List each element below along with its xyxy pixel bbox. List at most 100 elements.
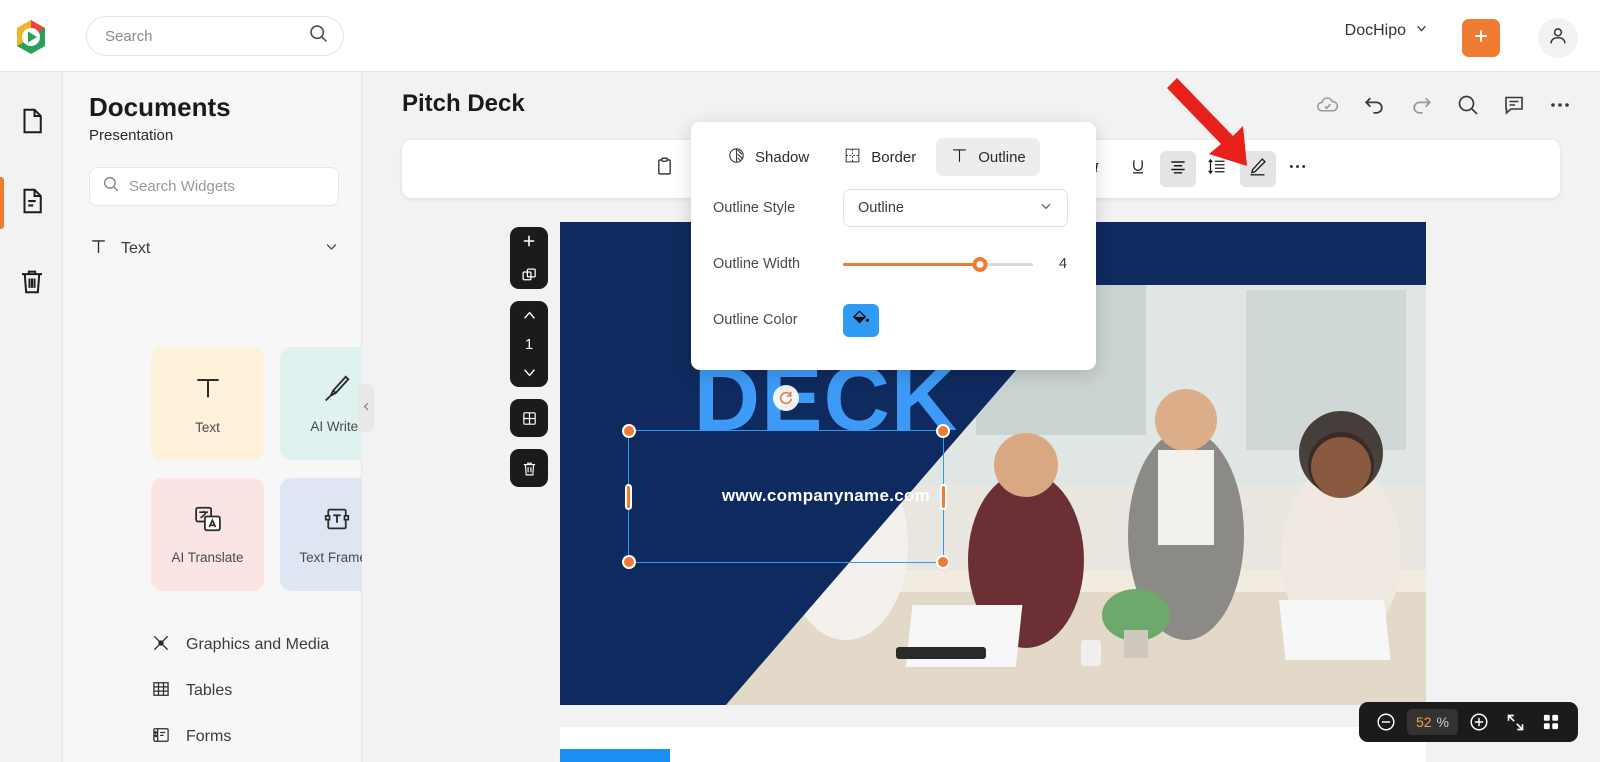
document-title[interactable]: Pitch Deck: [402, 90, 525, 118]
pen-nib-icon: [322, 373, 352, 408]
panel-collapse-button[interactable]: [358, 384, 374, 432]
widget-card-text[interactable]: Text: [151, 347, 264, 460]
prev-page-button[interactable]: [510, 304, 548, 328]
page-number: 1: [524, 335, 534, 353]
widget-card-ai-translate[interactable]: AI Translate: [151, 478, 264, 591]
clipboard-icon: [654, 156, 675, 182]
translate-icon: [193, 504, 223, 539]
slider-knob[interactable]: [972, 256, 988, 272]
create-new-button[interactable]: [1462, 19, 1500, 57]
line-height-button[interactable]: [1200, 151, 1236, 187]
handle-bottom-left[interactable]: [622, 555, 636, 569]
app-root: DocHipo: [0, 0, 1600, 762]
tab-outline[interactable]: Outline: [936, 138, 1040, 176]
selection-box[interactable]: [622, 385, 950, 569]
zoom-value: 52: [1415, 714, 1432, 730]
section-text-label: Text: [121, 240, 151, 257]
zoom-in-button[interactable]: [1464, 707, 1494, 737]
dochipo-logo-icon[interactable]: [12, 18, 50, 56]
tab-outline-label: Outline: [978, 148, 1026, 166]
toolbar-more-button[interactable]: [1280, 151, 1316, 187]
form-icon: [151, 725, 171, 750]
workspace-selector[interactable]: DocHipo: [1345, 22, 1428, 40]
tab-shadow-label: Shadow: [755, 148, 810, 166]
widget-search-input[interactable]: [129, 178, 328, 195]
handle-top-right[interactable]: [936, 424, 950, 438]
outline-color-row: Outline Color: [691, 296, 1096, 344]
outline-t-icon: [950, 146, 969, 169]
add-page-button[interactable]: [510, 227, 548, 254]
blank-page-icon: [17, 106, 47, 141]
handle-top-left[interactable]: [622, 424, 636, 438]
tab-shadow[interactable]: Shadow: [713, 138, 823, 176]
workspace-label: DocHipo: [1344, 22, 1406, 39]
pencil-edit-icon: [1247, 156, 1268, 182]
outline-width-slider[interactable]: [843, 255, 1033, 273]
rail-item-trash[interactable]: [0, 248, 63, 318]
slide-2-accent-band: [560, 749, 670, 762]
outline-color-label: Outline Color: [713, 312, 798, 328]
document-lines-icon: [17, 186, 47, 221]
text-effects-button[interactable]: [1239, 151, 1276, 187]
find-icon[interactable]: [1456, 93, 1480, 117]
underline-icon: [1128, 157, 1148, 182]
align-button[interactable]: [1159, 151, 1196, 187]
search-icon: [102, 175, 120, 198]
trash-icon: [510, 452, 548, 484]
paint-bucket-icon: [852, 308, 871, 332]
delete-page-button[interactable]: [510, 449, 548, 487]
zoom-unit: %: [1436, 714, 1449, 730]
outline-width-value: 4: [1059, 256, 1068, 272]
account-button[interactable]: [1538, 18, 1578, 58]
zoom-out-button[interactable]: [1371, 707, 1401, 737]
cloud-saved-icon[interactable]: [1315, 92, 1340, 117]
handle-bottom-right[interactable]: [936, 555, 950, 569]
redo-icon[interactable]: [1409, 92, 1434, 117]
clipboard-button[interactable]: [646, 151, 682, 187]
undo-icon[interactable]: [1362, 92, 1387, 117]
text-t-icon: [192, 372, 224, 409]
duplicate-page-button[interactable]: [510, 262, 548, 289]
chevron-down-icon: [324, 239, 339, 259]
zoom-controls: 52 %: [1358, 702, 1578, 742]
section-text[interactable]: Text: [89, 232, 339, 266]
grid-button[interactable]: [510, 399, 548, 437]
canvas-tool-stack: 1: [510, 227, 548, 499]
outline-width-label: Outline Width: [713, 256, 801, 272]
outline-color-swatch[interactable]: [843, 303, 879, 337]
outline-width-row: Outline Width 4: [691, 240, 1096, 288]
widget-search[interactable]: [89, 167, 339, 206]
zoom-value-field[interactable]: 52 %: [1406, 709, 1458, 735]
more-horizontal-icon: [1287, 156, 1308, 182]
text-frame-icon: [322, 504, 352, 539]
page-nav-group: 1: [510, 301, 548, 387]
slide-2-preview[interactable]: [560, 727, 1426, 762]
shadow-icon: [727, 146, 746, 169]
underline-button[interactable]: [1120, 151, 1156, 187]
next-page-button[interactable]: [510, 361, 548, 385]
chevron-down-icon: [1039, 199, 1053, 217]
text-effects-popover: Shadow Border Outline Outline Style Outl…: [691, 122, 1096, 370]
outline-style-value: Outline: [858, 200, 904, 216]
widget-card-label: AI Translate: [171, 550, 244, 565]
editor-top-actions: [1315, 92, 1572, 117]
search-input[interactable]: [105, 27, 308, 45]
chevron-down-icon: [1415, 22, 1428, 40]
rail-item-documents[interactable]: [0, 168, 63, 238]
tab-border[interactable]: Border: [829, 138, 930, 176]
global-search[interactable]: [86, 16, 344, 56]
left-icon-rail: [0, 72, 63, 762]
rotate-icon[interactable]: [773, 385, 799, 411]
menu-item-label: Tables: [186, 682, 233, 699]
grid-view-button[interactable]: [1536, 707, 1566, 737]
more-horizontal-icon[interactable]: [1548, 93, 1572, 117]
handle-right-middle[interactable]: [940, 483, 947, 510]
menu-item-label: Forms: [186, 728, 232, 745]
outline-style-select[interactable]: Outline: [843, 189, 1068, 227]
fullscreen-button[interactable]: [1500, 707, 1530, 737]
rail-item-pages[interactable]: [0, 88, 63, 158]
search-icon: [308, 23, 329, 49]
handle-left-middle[interactable]: [625, 483, 632, 510]
outline-style-label: Outline Style: [713, 200, 796, 216]
comment-icon[interactable]: [1502, 93, 1526, 117]
